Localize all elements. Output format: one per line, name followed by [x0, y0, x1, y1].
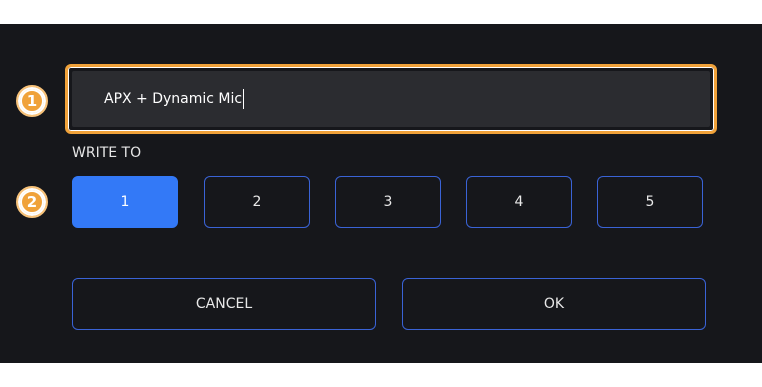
- write-slot-button-2[interactable]: 2: [204, 176, 310, 228]
- write-slot-label: 5: [645, 194, 655, 210]
- preset-name-value: APX + Dynamic Mic: [104, 91, 243, 107]
- write-slot-label: 1: [120, 194, 130, 210]
- write-slot-label: 3: [383, 194, 393, 210]
- cancel-button[interactable]: CANCEL: [72, 278, 376, 330]
- callout-badge-2: 2: [16, 186, 48, 218]
- callout-number-1: 1: [20, 89, 44, 113]
- callout-number-2: 2: [20, 190, 44, 214]
- page-caption-clip: [0, 0, 762, 24]
- ok-button[interactable]: OK: [402, 278, 706, 330]
- cancel-button-label: CANCEL: [195, 296, 253, 312]
- page-bottom-margin: [0, 363, 762, 387]
- write-slot-button-3[interactable]: 3: [335, 176, 441, 228]
- callout-badge-1: 1: [16, 85, 48, 117]
- write-slot-label: 2: [252, 194, 262, 210]
- write-to-label: WRITE TO: [72, 145, 142, 161]
- write-slot-label: 4: [514, 194, 524, 210]
- write-slot-button-5[interactable]: 5: [597, 176, 703, 228]
- write-slot-button-4[interactable]: 4: [466, 176, 572, 228]
- preset-name-input[interactable]: APX + Dynamic Mic: [72, 71, 710, 127]
- text-caret: [243, 89, 245, 109]
- ok-button-label: OK: [543, 296, 565, 312]
- write-slot-button-1[interactable]: 1: [72, 176, 178, 228]
